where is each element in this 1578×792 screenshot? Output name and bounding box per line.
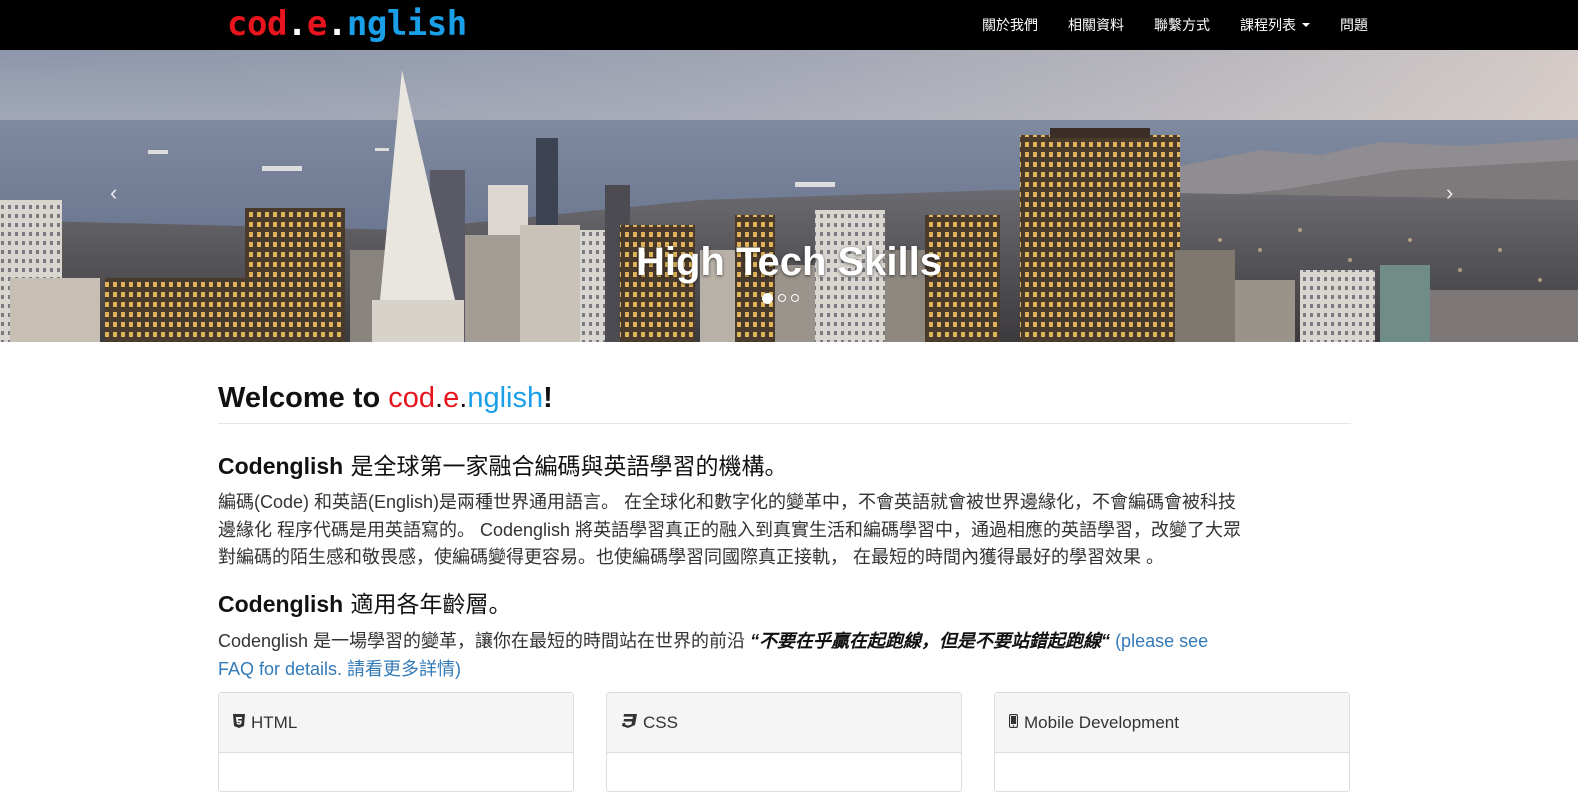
nav-link-about[interactable]: 關於我們 (982, 15, 1038, 35)
nav-dropdown-label: 課程列表 (1240, 18, 1296, 34)
revolution-paragraph: Codenglish 是一場學習的變革，讓你在最短的時間站在世界的前沿 “不要在… (218, 628, 1358, 683)
brand-dot: . (326, 4, 347, 44)
brand-part-cod: cod (227, 4, 287, 44)
intro-heading-brand: Codenglish (218, 453, 344, 479)
hero-carousel: ‹ › High Tech Skills (0, 50, 1578, 342)
faq-link[interactable]: FAQ for details. 請看更多詳情) (218, 659, 461, 679)
css3-icon (621, 713, 637, 732)
brand-part-nglish: nglish (346, 4, 467, 44)
carousel-indicator-3[interactable] (791, 294, 799, 302)
revolution-text: Codenglish 是一場學習的變革，讓你在最短的時間站在世界的前沿 (218, 631, 751, 651)
html5-icon (233, 713, 245, 732)
intro-heading: Codenglish 是全球第一家融合編碼與英語學習的機構。 (218, 447, 788, 481)
welcome-logo-e: e (443, 382, 460, 414)
welcome-heading: Welcome to cod.e.nglish! (218, 382, 553, 415)
carousel-indicator-1[interactable] (762, 293, 773, 304)
navbar: cod.e.nglish 關於我們 相關資料 聯繫方式 課程列表 問題 (0, 0, 1578, 50)
nav-link-resources[interactable]: 相關資料 (1068, 15, 1124, 35)
carousel-prev-control[interactable]: ‹ (110, 180, 117, 206)
course-panel-css[interactable]: CSS (606, 692, 962, 792)
carousel-next-control[interactable]: › (1446, 180, 1453, 206)
intro-paragraph-line: 對編碼的陌生感和敬畏感，使編碼變得更容易。也使編碼學習同國際真正接軌， 在最短的… (218, 547, 1164, 567)
welcome-logo-dot: . (435, 382, 444, 414)
carousel-caption: High Tech Skills (636, 240, 942, 284)
intro-paragraph-line: 編碼(Code) 和英語(English)是兩種世界通用語言。 在全球化和數字化… (218, 492, 1237, 512)
panel-heading: CSS (607, 693, 961, 753)
brand-part-e: e (306, 4, 327, 44)
panel-title: CSS (643, 712, 678, 732)
intro-heading-text: 是全球第一家融合編碼與英語學習的機構。 (343, 454, 788, 480)
panel-title: Mobile Development (1024, 712, 1179, 732)
ages-heading-brand: Codenglish (218, 591, 344, 617)
course-panel-mobile[interactable]: Mobile Development (994, 692, 1350, 792)
welcome-logo-nglish: nglish (467, 382, 544, 414)
brand-dot: . (286, 4, 307, 44)
panel-heading: HTML (219, 693, 573, 753)
course-panel-html[interactable]: HTML (218, 692, 574, 792)
nav-link-faq[interactable]: 問題 (1340, 15, 1368, 35)
ages-heading-text: 適用各年齡層。 (343, 592, 512, 618)
caret-down-icon (1302, 23, 1310, 27)
welcome-suffix: ! (543, 382, 553, 414)
mobile-icon (1008, 713, 1019, 732)
nav-menu: 關於我們 相關資料 聯繫方式 課程列表 問題 (952, 0, 1368, 50)
intro-paragraph: 編碼(Code) 和英語(English)是兩種世界通用語言。 在全球化和數字化… (218, 489, 1241, 572)
carousel-indicator-2[interactable] (778, 294, 786, 302)
panel-title: HTML (251, 712, 298, 732)
nav-dropdown-courses[interactable]: 課程列表 (1240, 15, 1310, 35)
panel-heading: Mobile Development (995, 693, 1349, 753)
carousel-indicators (762, 293, 799, 304)
divider (218, 423, 1351, 424)
welcome-prefix: Welcome to (218, 382, 389, 414)
nav-link-contact[interactable]: 聯繫方式 (1154, 15, 1210, 35)
ages-heading: Codenglish 適用各年齡層。 (218, 585, 512, 619)
intro-paragraph-line: 邊緣化 程序代碼是用英語寫的。 Codenglish 將英語學習真正的融入到真實… (218, 519, 1242, 540)
revolution-quote: “不要在乎贏在起跑線，但是不要站錯起跑線“ (750, 631, 1111, 651)
faq-link[interactable]: (please see (1110, 631, 1208, 651)
welcome-logo-cod: cod (388, 382, 436, 414)
brand-logo[interactable]: cod.e.nglish (227, 2, 467, 46)
